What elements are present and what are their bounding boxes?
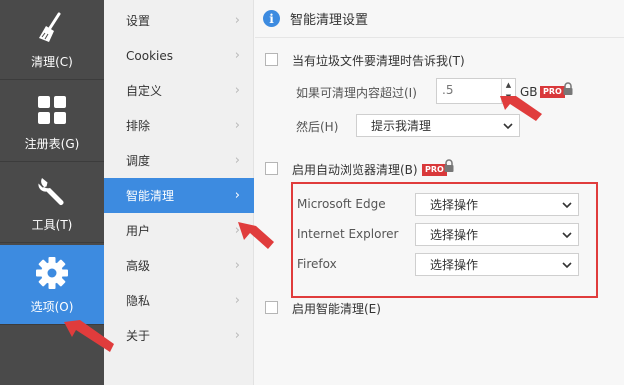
chevron-right-icon: › (234, 258, 240, 273)
spin-down-icon[interactable]: ▼ (506, 91, 511, 103)
edge-action-select[interactable]: 选择操作 (415, 193, 579, 216)
chevron-right-icon: › (234, 13, 240, 28)
ie-action-select[interactable]: 选择操作 (415, 223, 579, 246)
chevron-right-icon: › (234, 328, 240, 343)
nav-registry[interactable]: 注册表(G) (0, 82, 104, 162)
firefox-action-select[interactable]: 选择操作 (415, 253, 579, 276)
smart-clean-panel: i 智能清理设置 当有垃圾文件要清理时告诉我(T) 如果可清理内容超过(I) .… (255, 0, 624, 385)
menu-item-smart-clean[interactable]: 智能清理 › (104, 178, 254, 213)
select-value: 选择操作 (430, 228, 479, 242)
select-value: 选择操作 (430, 258, 479, 272)
auto-browser-checkbox[interactable] (265, 162, 278, 175)
menu-item-label: 用户 (126, 224, 151, 238)
chevron-down-icon (562, 261, 572, 268)
notify-label: 当有垃圾文件要清理时告诉我(T) (292, 54, 465, 68)
then-select-value: 提示我清理 (371, 119, 432, 133)
chevron-right-icon: › (234, 293, 240, 308)
smart-clean-label: 启用智能清理(E) (292, 302, 381, 316)
browser-name: Internet Explorer (297, 227, 399, 241)
left-navigation: 清理(C) 注册表(G) 工具(T) 选项(O) (0, 0, 104, 385)
nav-clean[interactable]: 清理(C) (0, 0, 104, 80)
browser-name: Microsoft Edge (297, 197, 386, 211)
menu-item-label: 隐私 (126, 294, 151, 308)
chevron-right-icon: › (234, 223, 240, 238)
menu-item-label: 自定义 (126, 84, 163, 98)
menu-item-users[interactable]: 用户 › (104, 213, 254, 248)
chevron-down-icon (562, 231, 572, 238)
panel-header: i 智能清理设置 (255, 0, 624, 38)
select-value: 选择操作 (430, 198, 479, 212)
nav-clean-label: 清理(C) (31, 55, 73, 69)
menu-item-label: 关于 (126, 329, 151, 343)
nav-tools-label: 工具(T) (31, 218, 73, 232)
menu-item-exclude[interactable]: 排除 › (104, 108, 254, 143)
auto-browser-label: 启用自动浏览器清理(B) (292, 163, 418, 177)
threshold-unit: GB (520, 85, 538, 99)
gear-icon (33, 254, 71, 292)
nav-registry-label: 注册表(G) (24, 137, 80, 151)
wrench-icon (33, 172, 71, 210)
spin-up-icon[interactable]: ▲ (506, 79, 511, 91)
chevron-down-icon (503, 122, 513, 129)
chevron-right-icon: › (234, 118, 240, 133)
nav-options[interactable]: 选项(O) (0, 245, 104, 325)
lock-icon (563, 82, 573, 95)
page-title: 智能清理设置 (290, 13, 369, 28)
broom-icon (33, 9, 71, 47)
options-menu: 设置 › Cookies › 自定义 › 排除 › 调度 › 智能清理 › 用户… (104, 0, 254, 385)
menu-item-advanced[interactable]: 高级 › (104, 248, 254, 283)
chevron-down-icon (562, 201, 572, 208)
nav-options-label: 选项(O) (30, 300, 74, 314)
menu-item-custom[interactable]: 自定义 › (104, 73, 254, 108)
menu-item-label: 高级 (126, 259, 151, 273)
chevron-right-icon: › (234, 153, 240, 168)
threshold-spinbox[interactable]: .5 ▲ ▼ (436, 78, 516, 104)
grid-icon (33, 91, 71, 129)
info-icon: i (263, 10, 280, 27)
browser-name: Firefox (297, 257, 337, 271)
chevron-right-icon: › (234, 188, 240, 203)
notify-checkbox[interactable] (265, 53, 278, 66)
menu-item-label: 调度 (126, 154, 151, 168)
menu-item-label: 设置 (126, 14, 151, 28)
menu-item-label: 智能清理 (126, 189, 175, 203)
menu-item-about[interactable]: 关于 › (104, 318, 254, 353)
smart-clean-checkbox[interactable] (265, 301, 278, 314)
threshold-label: 如果可清理内容超过(I) (296, 86, 417, 100)
spinner-arrows[interactable]: ▲ ▼ (501, 79, 515, 103)
threshold-value: .5 (442, 83, 454, 97)
then-select[interactable]: 提示我清理 (356, 114, 520, 137)
menu-item-privacy[interactable]: 隐私 › (104, 283, 254, 318)
then-label: 然后(H) (296, 120, 339, 134)
menu-item-cookies[interactable]: Cookies › (104, 38, 254, 73)
menu-item-label: Cookies (126, 48, 173, 63)
menu-item-schedule[interactable]: 调度 › (104, 143, 254, 178)
lock-icon (444, 159, 454, 172)
chevron-right-icon: › (234, 48, 240, 63)
menu-item-label: 排除 (126, 119, 151, 133)
menu-item-settings[interactable]: 设置 › (104, 3, 254, 38)
nav-tools[interactable]: 工具(T) (0, 163, 104, 243)
chevron-right-icon: › (234, 83, 240, 98)
